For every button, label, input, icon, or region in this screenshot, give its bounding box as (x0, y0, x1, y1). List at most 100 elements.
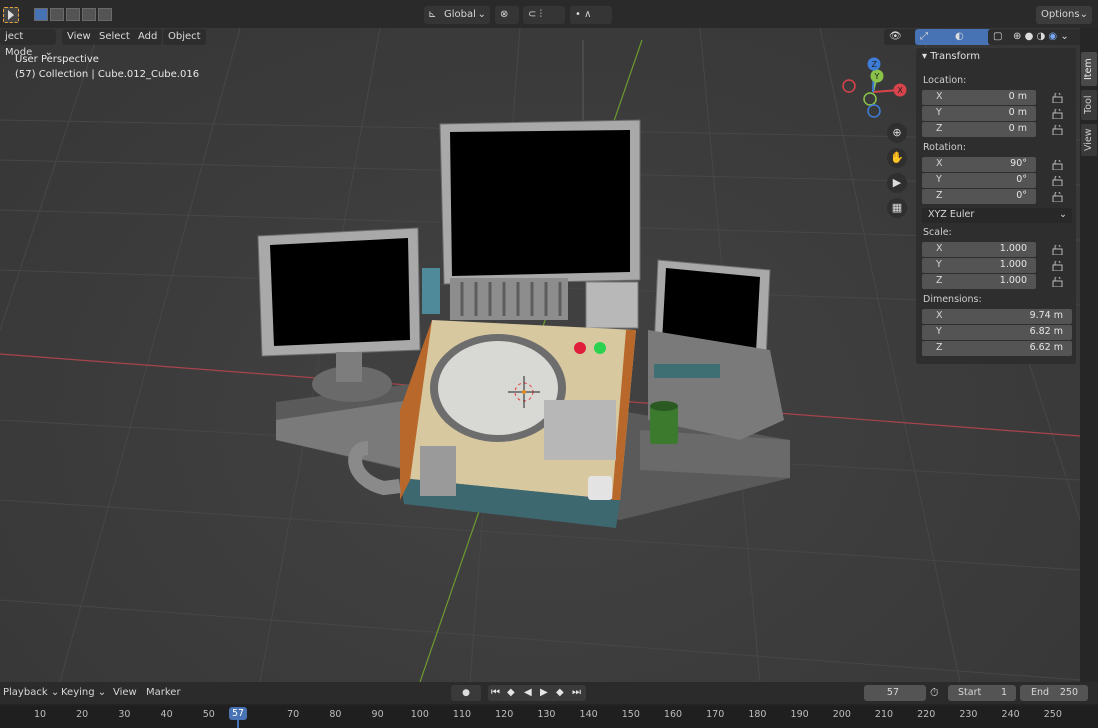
frame-ruler[interactable]: 10 20 30 40 50 70 80 90 100 110 120 130 140 150 160 170… (0, 706, 1098, 728)
axis-label: Y (936, 107, 942, 118)
scale-z-field[interactable]: Z 1.000 (922, 274, 1036, 289)
current-frame-field[interactable]: 57 (864, 685, 926, 701)
playhead-label[interactable]: 57 (229, 707, 247, 720)
xray-icon: ▢ (993, 31, 1003, 42)
options-dropdown[interactable]: Options ⌄ (1036, 6, 1092, 24)
lock-icon[interactable] (1052, 276, 1064, 288)
playhead-line (237, 720, 239, 728)
ruler-tick: 250 (1043, 709, 1062, 720)
menu-object[interactable]: Object (163, 29, 206, 45)
rotation-mode-dropdown[interactable]: XYZ Euler ⌄ (922, 208, 1072, 223)
field-value: 0 m (1008, 107, 1027, 118)
jump-start-icon[interactable]: ⏮ (491, 685, 500, 701)
ruler-tick: 100 (410, 709, 429, 720)
timeline-header: Playback ⌄ Keying ⌄ View Marker ● ⏮ ◆ ◀ … (0, 682, 1098, 704)
material-shading-icon[interactable]: ◑ (1037, 31, 1046, 42)
ruler-tick: 140 (579, 709, 598, 720)
menu-view[interactable]: View (113, 686, 137, 700)
select-invert-icon[interactable] (82, 8, 96, 21)
wireframe-shading-icon[interactable]: ⊕ (1013, 31, 1021, 42)
tab-item[interactable]: Item (1081, 52, 1097, 86)
menu-keying[interactable]: Keying ⌄ (61, 686, 106, 700)
menu-playback[interactable]: Playback ⌄ (3, 686, 59, 700)
tab-view[interactable]: View (1081, 124, 1097, 156)
field-value: 6.82 m (1029, 326, 1063, 337)
transform-header[interactable]: ▾ Transform (922, 51, 980, 62)
pivot-icon: ⊗ (500, 9, 509, 20)
lock-icon[interactable] (1052, 159, 1064, 171)
zoom-icon[interactable]: ⊕ (887, 123, 907, 143)
scale-y-field[interactable]: Y 1.000 (922, 258, 1036, 273)
camera-icon[interactable]: ▶ (887, 173, 907, 193)
lock-icon[interactable] (1052, 244, 1064, 256)
lock-icon[interactable] (1052, 175, 1064, 187)
lock-icon[interactable] (1052, 124, 1064, 136)
ruler-tick: 200 (832, 709, 851, 720)
pivot-dropdown[interactable]: ⊗ (495, 6, 519, 24)
axis-label: X (936, 243, 943, 254)
overlays-toggle[interactable]: ◐ (950, 29, 992, 45)
menu-select[interactable]: Select (94, 29, 135, 45)
dimensions-x-field[interactable]: X 9.74 m (922, 309, 1072, 324)
proportional-edit[interactable]: • ∧ (570, 6, 612, 24)
field-value: 0° (1016, 174, 1027, 185)
pan-hand-icon[interactable]: ✋ (887, 148, 907, 168)
ruler-tick: 220 (917, 709, 936, 720)
ruler-tick: 120 (495, 709, 514, 720)
select-intersect-icon[interactable] (98, 8, 112, 21)
mode-dropdown[interactable]: ject Mode ⌄ (0, 29, 56, 58)
scale-label: Scale: (923, 227, 952, 238)
chevron-down-icon[interactable]: ⌄ (1060, 31, 1068, 42)
dimensions-z-field[interactable]: Z 6.62 m (922, 341, 1072, 356)
menu-marker[interactable]: Marker (146, 686, 181, 700)
end-frame-field[interactable]: End 250 (1020, 685, 1088, 701)
record-icon: ● (462, 688, 470, 698)
location-z-field[interactable]: Z 0 m (922, 122, 1036, 137)
play-reverse-icon[interactable]: ◀ (524, 685, 532, 701)
scale-x-field[interactable]: X 1.000 (922, 242, 1036, 257)
rotation-x-field[interactable]: X 90° (922, 157, 1036, 172)
dimensions-y-field[interactable]: Y 6.82 m (922, 325, 1072, 340)
gizmo-toggle[interactable]: ⤢ (915, 29, 955, 45)
solid-shading-icon[interactable]: ● (1025, 31, 1034, 42)
select-tool-icon[interactable] (3, 7, 19, 23)
location-x-field[interactable]: X 0 m (922, 90, 1036, 105)
menu-view[interactable]: View (62, 29, 96, 45)
gizmo-z-label: Z (872, 60, 878, 69)
orientation-dropdown[interactable]: ⊾ Global ⌄ (424, 6, 490, 24)
snap-dropdown[interactable]: ⊂ ⫶ (523, 6, 565, 24)
grid-view-icon[interactable]: ▦ (887, 198, 907, 218)
lock-icon[interactable] (1052, 191, 1064, 203)
stopwatch-icon[interactable]: ⏱ (930, 685, 946, 701)
menu-label: Keying (61, 687, 95, 698)
tab-tool[interactable]: Tool (1081, 90, 1097, 120)
ruler-tick: 160 (663, 709, 683, 720)
jump-end-icon[interactable]: ⏭ (572, 685, 581, 701)
select-extend-icon[interactable] (50, 8, 64, 21)
next-keyframe-icon[interactable]: ◆ (556, 685, 564, 701)
field-value: 9.74 m (1029, 310, 1063, 321)
axis-label: Y (936, 326, 942, 337)
lock-icon[interactable] (1052, 108, 1064, 120)
lock-icon[interactable] (1052, 92, 1064, 104)
rotation-y-field[interactable]: Y 0° (922, 173, 1036, 188)
desk-model[interactable] (257, 119, 790, 528)
prev-keyframe-icon[interactable]: ◆ (507, 685, 515, 701)
shading-modes[interactable]: ⊕ ● ◑ ◉ ⌄ (1008, 29, 1088, 45)
axis-label: Z (936, 190, 943, 201)
rendered-shading-icon[interactable]: ◉ (1048, 31, 1057, 42)
rotation-z-field[interactable]: Z 0° (922, 189, 1036, 204)
sidebar-tabs: Item Tool View (1080, 28, 1098, 682)
select-new-icon[interactable] (34, 8, 48, 21)
play-icon[interactable]: ▶ (540, 685, 548, 701)
field-value: 0° (1016, 190, 1027, 201)
start-frame-field[interactable]: Start 1 (948, 685, 1016, 701)
record-button[interactable]: ● (451, 685, 481, 701)
ruler-tick: 70 (287, 709, 300, 720)
ruler-tick: 210 (874, 709, 894, 720)
lock-icon[interactable] (1052, 260, 1064, 272)
select-subtract-icon[interactable] (66, 8, 80, 21)
menu-add[interactable]: Add (133, 29, 163, 45)
location-y-field[interactable]: Y 0 m (922, 106, 1036, 121)
navigation-gizmo[interactable]: X Y Z (838, 52, 908, 122)
